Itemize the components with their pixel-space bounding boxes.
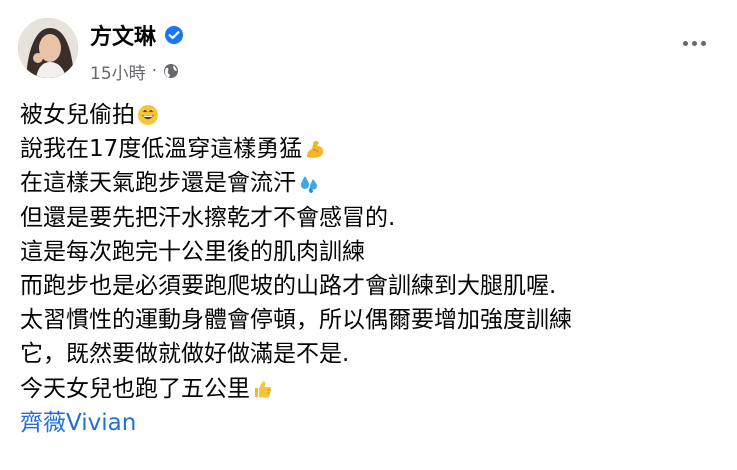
post-timestamp[interactable]: 15小時 [90,59,146,84]
post-line-text: 這是每次跑完十公里後的肌肉訓練 [20,238,365,265]
post-line-text: 太習慣性的運動身體會停頓，所以偶爾要增加強度訓練 [20,307,572,334]
post-line-text: 說我在17度低溫穿這樣勇猛 [20,136,303,163]
grinning-face-emoji [137,104,159,126]
post-line: 被女兒偷拍 [20,98,720,132]
post-line: 但還是要先把汗水擦乾才不會感冒的. [20,201,720,235]
post-line: 這是每次跑完十公里後的肌肉訓練 [20,235,720,269]
post-line: 太習慣性的運動身體會停頓，所以偶爾要增加強度訓練 [20,303,720,337]
post-line: 齊薇Vivian [20,406,720,440]
post-body: 被女兒偷拍 說我在17度低溫穿這樣勇猛 在這樣天氣跑步還是會流汗 但還是要先把汗… [20,98,720,440]
post-meta: 15小時 · [90,58,179,84]
post-line-text: 今天女兒也跑了五公里 [20,375,250,402]
author-name[interactable]: 方文琳 [90,19,156,51]
meta-separator: · [151,61,158,81]
post-line-text: 被女兒偷拍 [20,102,135,128]
verified-badge-icon [164,25,184,45]
mention-link[interactable]: 齊薇Vivian [20,406,136,440]
globe-icon [163,63,179,79]
author-avatar[interactable] [18,18,78,78]
post-line: 而跑步也是必須要跑爬坡的山路才會訓練到大腿肌喔. [20,269,720,303]
post-line: 今天女兒也跑了五公里 [20,372,720,406]
author-row: 方文琳 [90,18,184,52]
post-line: 說我在17度低溫穿這樣勇猛 [20,132,720,166]
flexed-biceps-emoji [304,138,326,160]
more-options-button[interactable] [674,26,714,60]
post-line: 在這樣天氣跑步還是會流汗 [20,166,720,200]
post-line-text: 在這樣天氣跑步還是會流汗 [20,170,296,197]
facebook-post: 方文琳 15小時 · 被女兒偷拍 說我在17度低溫穿這樣勇猛 在這樣天氣跑步還是… [0,0,737,470]
post-line: 它，既然要做就做好做滿是不是. [20,337,720,371]
thumbs-up-emoji [252,378,274,400]
more-options-icon [682,40,706,46]
post-line-text: 但還是要先把汗水擦乾才不會感冒的. [20,204,396,231]
post-line-text: 而跑步也是必須要跑爬坡的山路才會訓練到大腿肌喔. [20,272,557,299]
sweat-droplets-emoji [298,172,320,194]
post-line-text: 它，既然要做就做好做滿是不是. [20,341,350,368]
